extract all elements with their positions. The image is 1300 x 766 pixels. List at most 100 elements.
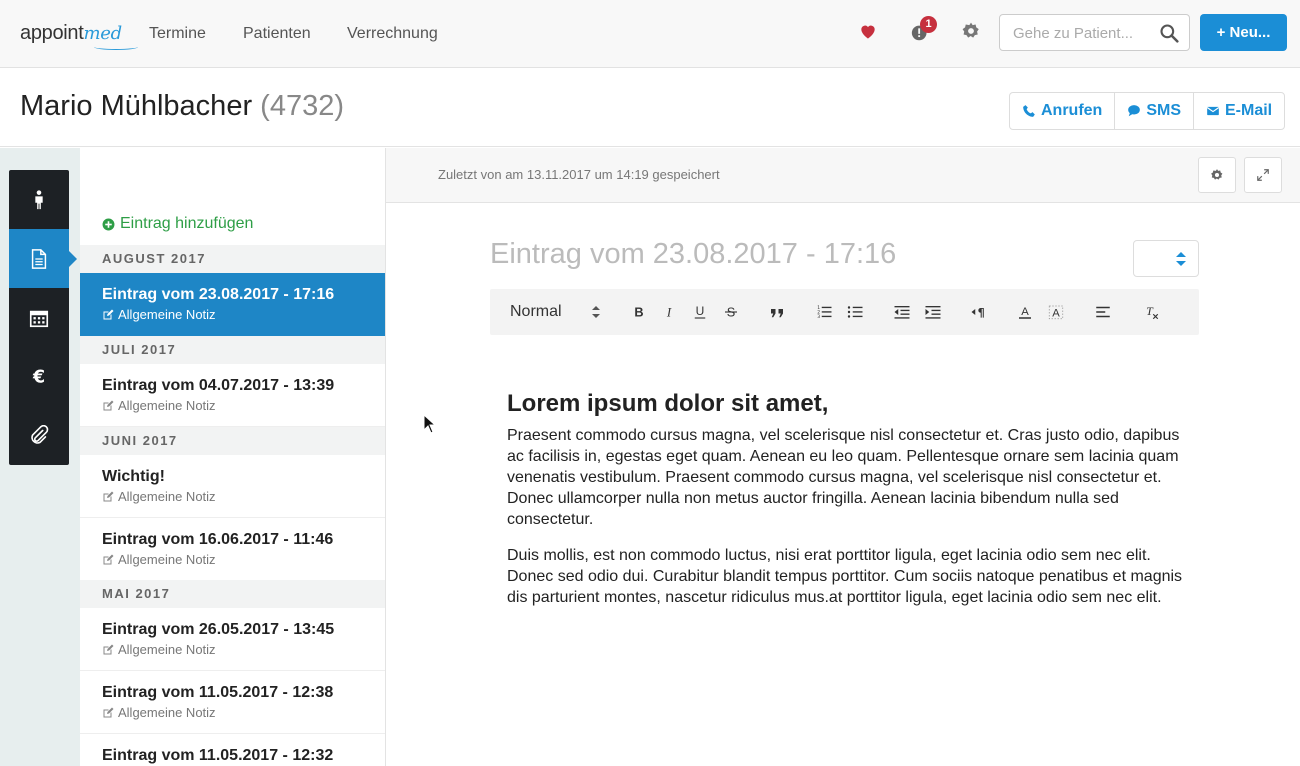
nav-verrechnung[interactable]: Verrechnung (347, 25, 438, 43)
bullet-list-icon (847, 306, 863, 318)
svg-text:B: B (634, 305, 643, 320)
email-button[interactable]: E-Mail (1194, 93, 1284, 129)
entry-type: Allgemeine Notiz (102, 489, 216, 504)
italic-button[interactable]: I (658, 301, 680, 323)
quote-icon (771, 309, 783, 318)
highlight-button[interactable]: A (1045, 301, 1067, 323)
list-item[interactable]: Eintrag vom 11.05.2017 - 12:32 (80, 734, 385, 766)
patient-name-heading: Mario Mühlbacher (4732) (20, 90, 344, 123)
logo-accent: med (83, 23, 123, 44)
svg-text:I: I (666, 306, 672, 320)
logo-main: appoint (20, 22, 84, 44)
indent-icon (925, 306, 941, 319)
entry-title: Eintrag vom 23.08.2017 - 17:16 (102, 286, 335, 303)
indent-button[interactable] (922, 301, 944, 323)
email-label: E-Mail (1225, 102, 1273, 119)
new-button[interactable]: + Neu... (1200, 14, 1287, 51)
bullet-list-button[interactable] (844, 301, 866, 323)
edit-note-icon (103, 644, 114, 654)
app-logo[interactable]: appointmed (20, 22, 138, 50)
nav-termine[interactable]: Termine (149, 25, 206, 43)
contact-actions: Anrufen SMS E-Mail (1009, 92, 1286, 130)
mouse-cursor-icon (423, 414, 437, 434)
phone-icon (1023, 105, 1035, 117)
entry-title: Wichtig! (102, 468, 165, 485)
add-entry-link[interactable]: Eintrag hinzufügen (102, 215, 253, 233)
text-direction-icon: ¶ (971, 307, 985, 320)
expand-button[interactable] (1244, 157, 1282, 193)
sms-label: SMS (1146, 102, 1181, 119)
ordered-list-icon: 123 (817, 305, 832, 320)
list-item[interactable]: Eintrag vom 04.07.2017 - 13:39 Allgemein… (80, 364, 385, 427)
call-label: Anrufen (1041, 102, 1103, 119)
editor-settings-button[interactable] (1198, 157, 1236, 193)
bold-button[interactable]: B (628, 301, 650, 323)
entry-type-label: Allgemeine Notiz (118, 489, 216, 504)
strikethrough-icon: S (725, 305, 737, 320)
strike-button[interactable]: S (720, 301, 742, 323)
patient-search (999, 14, 1190, 51)
list-item[interactable]: Eintrag vom 23.08.2017 - 17:16 Allgemein… (80, 273, 385, 336)
expand-icon (1257, 169, 1269, 181)
speech-bubble-icon (1128, 105, 1141, 117)
plus-icon: + (1216, 24, 1230, 41)
entry-type: Allgemeine Notiz (102, 552, 216, 567)
patient-search-input[interactable] (1013, 23, 1148, 43)
list-item[interactable]: Eintrag vom 16.06.2017 - 11:46 Allgemein… (80, 518, 385, 581)
editor-toolbar: Normal B I U S 123 ¶ A A T (490, 289, 1199, 335)
entry-type: Allgemeine Notiz (102, 398, 216, 413)
svg-text:¶: ¶ (978, 307, 985, 320)
editor-status-bar: Zuletzt von am 13.11.2017 um 14:19 gespe… (386, 148, 1300, 203)
list-item[interactable]: Wichtig! Allgemeine Notiz (80, 455, 385, 518)
entry-type-label: Allgemeine Notiz (118, 398, 216, 413)
content-heading: Lorem ipsum dolor sit amet, (507, 390, 829, 417)
call-button[interactable]: Anrufen (1010, 93, 1116, 129)
list-item[interactable]: Eintrag vom 11.05.2017 - 12:38 Allgemein… (80, 671, 385, 734)
entry-type-label: Allgemeine Notiz (118, 307, 216, 322)
last-saved-text: Zuletzt von am 13.11.2017 um 14:19 gespe… (438, 167, 720, 182)
clear-format-button[interactable]: T (1140, 301, 1162, 323)
edit-note-icon (103, 554, 114, 564)
rail-person[interactable] (9, 170, 69, 229)
search-icon[interactable] (1159, 23, 1179, 43)
sms-button[interactable]: SMS (1115, 93, 1194, 129)
svg-text:€: € (32, 367, 45, 387)
editor-content[interactable]: Lorem ipsum dolor sit amet, Praesent com… (507, 390, 1187, 623)
entry-type-label: Allgemeine Notiz (118, 642, 216, 657)
notifications-button[interactable]: 1 (910, 16, 937, 43)
envelope-icon (1206, 106, 1220, 116)
entry-type: Allgemeine Notiz (102, 705, 216, 720)
align-button[interactable] (1092, 301, 1114, 323)
entry-type-select[interactable] (1133, 240, 1199, 277)
patient-id: (4732) (260, 90, 344, 122)
gear-icon (1211, 169, 1223, 180)
highlight-icon: A (1048, 305, 1064, 320)
svg-text:3: 3 (817, 314, 820, 320)
underline-button[interactable]: U (689, 301, 711, 323)
quote-button[interactable] (766, 301, 788, 323)
top-navbar: appointmed Termine Patienten Verrechnung… (0, 0, 1300, 68)
font-color-button[interactable]: A (1014, 301, 1036, 323)
patient-name: Mario Mühlbacher (20, 90, 253, 122)
list-item[interactable]: Eintrag vom 26.05.2017 - 13:45 Allgemein… (80, 608, 385, 671)
document-icon (31, 248, 47, 269)
format-select[interactable]: Normal (510, 303, 562, 321)
nav-patienten[interactable]: Patienten (243, 25, 311, 43)
outdent-button[interactable] (891, 301, 913, 323)
settings-gear-icon[interactable] (961, 21, 981, 41)
notification-badge: 1 (920, 16, 937, 33)
text-direction-button[interactable]: ¶ (968, 301, 990, 323)
patient-header: Mario Mühlbacher (4732) Anrufen SMS E-Ma… (0, 73, 1300, 147)
rail-calendar[interactable] (9, 288, 69, 347)
rail-documents[interactable] (9, 229, 77, 288)
favorites-heart-icon[interactable] (858, 21, 878, 41)
entry-title: Eintrag vom 11.05.2017 - 12:38 (102, 684, 334, 701)
rail-attachments[interactable] (9, 406, 69, 465)
underline-icon: U (694, 304, 706, 319)
entry-type-label: Allgemeine Notiz (118, 552, 216, 567)
ordered-list-button[interactable]: 123 (813, 301, 835, 323)
entry-title: Eintrag vom 11.05.2017 - 12:32 (102, 747, 334, 764)
month-header: JUNI 2017 (80, 427, 385, 455)
entry-title-field[interactable]: Eintrag vom 23.08.2017 - 17:16 (490, 238, 896, 271)
rail-billing[interactable]: € (9, 347, 69, 406)
